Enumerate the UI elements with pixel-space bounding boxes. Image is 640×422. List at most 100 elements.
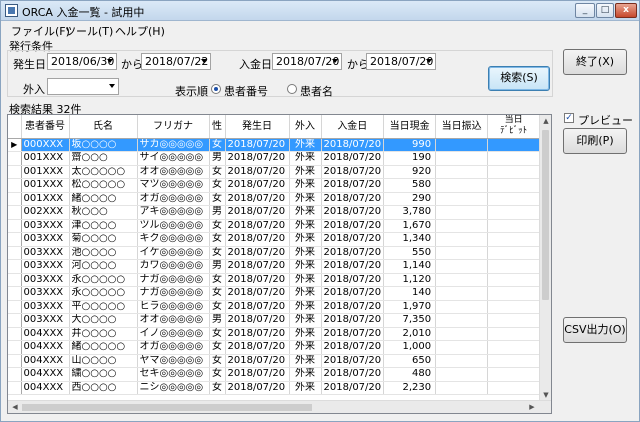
table-cell[interactable]: カワ◎◎◎◎◎ — [137, 259, 210, 274]
up-arrow-icon[interactable]: ▲ — [540, 117, 551, 125]
table-cell[interactable] — [435, 151, 489, 166]
horizontal-scroll-thumb[interactable] — [22, 404, 312, 411]
row-header[interactable] — [8, 165, 22, 179]
table-cell[interactable]: 001XXX — [21, 192, 70, 206]
table-cell[interactable] — [435, 354, 489, 368]
table-cell[interactable]: 外来 — [289, 246, 322, 260]
table-cell[interactable] — [435, 327, 489, 341]
table-cell[interactable]: ヒラ◎◎◎◎◎ — [137, 300, 210, 314]
table-cell[interactable]: 990 — [383, 138, 437, 152]
table-row[interactable]: 004XXX 繍○○○○ セキ◎◎◎◎◎ 女 2018/07/20 外来 2018/07/2… — [8, 367, 541, 382]
table-row[interactable]: 004XXX 井○○○○ イノ◎◎◎◎◎ 女 2018/07/20 外来 2018/07/2… — [8, 327, 541, 341]
table-row[interactable]: ▶ 000XXX 坂○○○○ サカ◎◎◎◎◎ 女 2018/07/20 外来 2018/07/… — [8, 138, 541, 152]
table-cell[interactable]: 外来 — [289, 327, 322, 341]
table-cell[interactable]: セキ◎◎◎◎◎ — [137, 367, 210, 382]
table-cell[interactable]: 男 — [209, 205, 226, 220]
table-cell[interactable]: 2018/07/20 — [321, 300, 385, 314]
table-cell[interactable] — [487, 381, 541, 395]
row-header[interactable] — [8, 232, 22, 247]
table-cell[interactable]: 男 — [209, 151, 226, 166]
table-cell[interactable]: オオ◎◎◎◎◎ — [137, 313, 210, 328]
table-cell[interactable]: サイ◎◎◎◎◎ — [137, 151, 210, 166]
table-cell[interactable] — [487, 246, 541, 260]
minimize-button[interactable]: _ — [575, 3, 595, 18]
row-header[interactable] — [8, 178, 22, 193]
table-cell[interactable] — [435, 165, 489, 179]
table-cell[interactable]: 2018/07/20 — [225, 367, 290, 382]
table-cell[interactable]: 河○○○○ — [69, 259, 138, 274]
maximize-button[interactable]: □ — [596, 3, 614, 18]
table-cell[interactable] — [435, 232, 489, 247]
table-cell[interactable]: 003XXX — [21, 259, 70, 274]
table-cell[interactable] — [487, 300, 541, 314]
col-header[interactable]: 当日現金 — [383, 115, 437, 139]
table-cell[interactable] — [435, 178, 489, 193]
table-cell[interactable]: 003XXX — [21, 273, 70, 287]
table-cell[interactable]: 1,000 — [383, 340, 437, 355]
table-cell[interactable]: 外来 — [289, 286, 322, 301]
table-row[interactable]: 003XXX 平○○○○○ ヒラ◎◎◎◎◎ 女 2018/07/20 外来 2018/07/… — [8, 300, 541, 314]
table-cell[interactable]: 001XXX — [21, 178, 70, 193]
table-cell[interactable] — [435, 340, 489, 355]
table-cell[interactable]: 永○○○○○ — [69, 286, 138, 301]
row-header[interactable] — [8, 259, 22, 274]
col-header[interactable]: 当日振込 — [435, 115, 489, 139]
table-cell[interactable]: ヤマ◎◎◎◎◎ — [137, 354, 210, 368]
row-header[interactable] — [8, 273, 22, 287]
title-bar[interactable]: ORCA 入金一覧 - 試用中 _ □ x — [1, 1, 639, 21]
table-cell[interactable]: 西○○○○ — [69, 381, 138, 395]
table-cell[interactable] — [435, 219, 489, 233]
table-cell[interactable]: 003XXX — [21, 219, 70, 233]
table-cell[interactable]: ナガ◎◎◎◎◎ — [137, 286, 210, 301]
table-cell[interactable]: 2018/07/20 — [321, 178, 385, 193]
table-cell[interactable] — [435, 313, 489, 328]
table-row[interactable]: 003XXX 永○○○○○ ナガ◎◎◎◎◎ 女 2018/07/20 外来 2018/07/… — [8, 273, 541, 287]
table-cell[interactable]: 2,230 — [383, 381, 437, 395]
row-header[interactable] — [8, 367, 22, 382]
table-cell[interactable]: 2018/07/20 — [321, 151, 385, 166]
table-cell[interactable]: 繍○○○○ — [69, 367, 138, 382]
table-cell[interactable]: 坂○○○○ — [69, 138, 138, 152]
table-row[interactable]: 004XXX 山○○○○ ヤマ◎◎◎◎◎ 女 2018/07/20 外来 2018/07/2… — [8, 354, 541, 368]
table-cell[interactable]: 山○○○○ — [69, 354, 138, 368]
table-cell[interactable]: 002XXX — [21, 205, 70, 220]
table-cell[interactable]: 003XXX — [21, 313, 70, 328]
table-cell[interactable]: 太○○○○○ — [69, 165, 138, 179]
table-cell[interactable]: 外来 — [289, 219, 322, 233]
table-cell[interactable]: サカ◎◎◎◎◎ — [137, 138, 210, 152]
table-cell[interactable]: 女 — [209, 381, 226, 395]
table-cell[interactable]: 1,140 — [383, 259, 437, 274]
table-cell[interactable]: 永○○○○○ — [69, 273, 138, 287]
table-cell[interactable]: 920 — [383, 165, 437, 179]
table-cell[interactable]: 女 — [209, 340, 226, 355]
table-cell[interactable]: 外来 — [289, 354, 322, 368]
row-header[interactable] — [8, 192, 22, 206]
table-cell[interactable]: 菊○○○○ — [69, 232, 138, 247]
table-cell[interactable]: 580 — [383, 178, 437, 193]
table-cell[interactable]: マツ◎◎◎◎◎ — [137, 178, 210, 193]
table-cell[interactable]: 女 — [209, 138, 226, 152]
print-button[interactable]: 印刷(P) — [563, 128, 627, 154]
table-row[interactable]: 001XXX 緒○○○○ オガ◎◎◎◎◎ 女 2018/07/20 外来 2018/07/2… — [8, 192, 541, 206]
table-cell[interactable]: キク◎◎◎◎◎ — [137, 232, 210, 247]
table-cell[interactable]: イノ◎◎◎◎◎ — [137, 327, 210, 341]
table-cell[interactable]: 2018/07/20 — [321, 259, 385, 274]
issue-date-to[interactable]: 2018/07/22 — [141, 53, 211, 70]
csv-export-button[interactable]: CSV出力(O) — [563, 317, 627, 343]
table-cell[interactable]: 女 — [209, 246, 226, 260]
table-cell[interactable] — [435, 205, 489, 220]
table-cell[interactable]: 平○○○○○ — [69, 300, 138, 314]
col-header[interactable]: フリガナ — [137, 115, 210, 139]
table-cell[interactable] — [487, 367, 541, 382]
table-cell[interactable]: オガ◎◎◎◎◎ — [137, 340, 210, 355]
row-header[interactable] — [8, 219, 22, 233]
col-header[interactable]: 外入 — [289, 115, 322, 139]
table-cell[interactable]: アキ◎◎◎◎◎ — [137, 205, 210, 220]
table-cell[interactable] — [435, 192, 489, 206]
table-cell[interactable]: 2018/07/20 — [225, 178, 290, 193]
table-cell[interactable]: 2018/07/20 — [225, 340, 290, 355]
table-cell[interactable]: 003XXX — [21, 286, 70, 301]
table-cell[interactable] — [435, 286, 489, 301]
table-cell[interactable]: 外来 — [289, 367, 322, 382]
table-row[interactable]: 003XXX 菊○○○○ キク◎◎◎◎◎ 女 2018/07/20 外来 2018/07/2… — [8, 232, 541, 247]
